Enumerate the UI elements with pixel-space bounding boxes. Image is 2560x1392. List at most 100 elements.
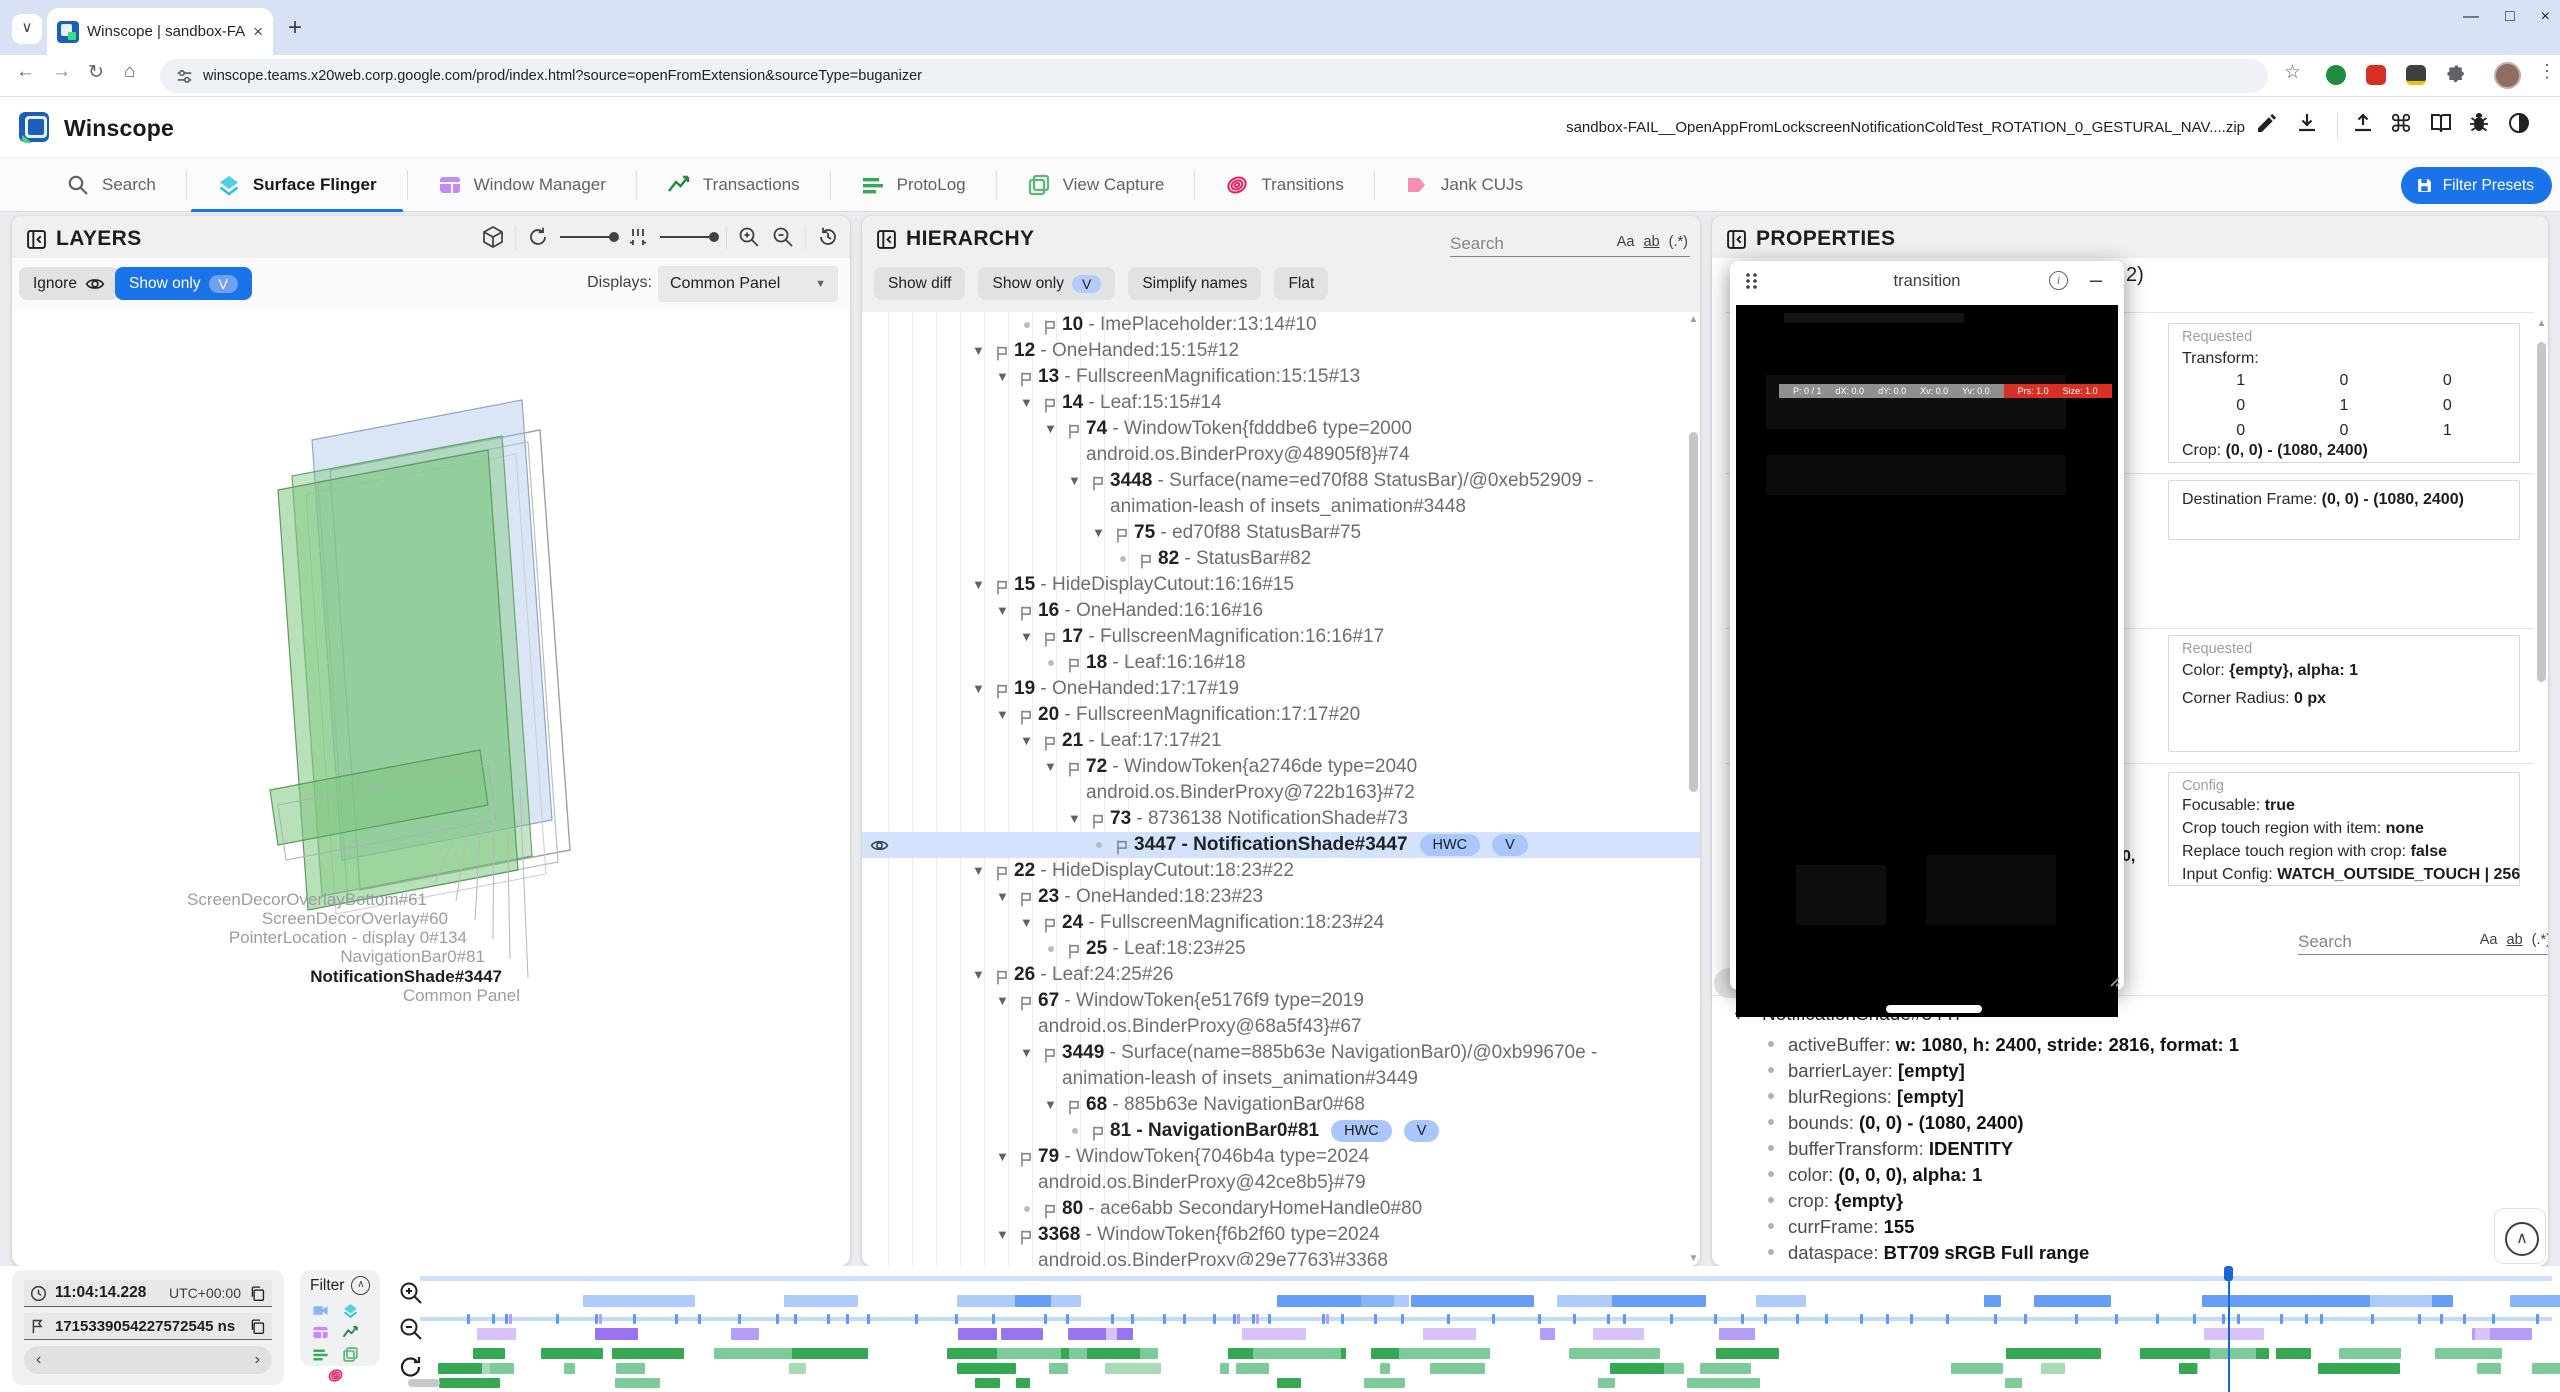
upload-icon[interactable] [2348, 111, 2378, 141]
url-field[interactable]: winscope.teams.x20web.corp.google.com/pr… [160, 59, 2268, 93]
trace-entry-segment[interactable] [2041, 1363, 2065, 1374]
collapse-panel-icon[interactable] [26, 229, 47, 250]
trace-entry-segment[interactable] [1825, 1314, 1828, 1324]
node-property[interactable]: dataspace: BT709 sRGB Full range [1768, 1242, 2089, 1264]
trace-entry-segment[interactable] [1994, 1314, 1997, 1324]
trace-entry-segment[interactable] [731, 1328, 758, 1340]
trace-entry-segment[interactable] [2475, 1328, 2491, 1340]
trace-entry-segment[interactable] [1220, 1363, 1228, 1374]
trace-entry-segment[interactable] [2115, 1314, 2118, 1324]
match-word-icon[interactable]: ab [2507, 932, 2523, 948]
expand-arrow-icon[interactable]: ▼ [1044, 416, 1064, 442]
trace-entry-segment[interactable] [2319, 1295, 2370, 1307]
tree-node-14[interactable]: ▼14 - Leaf:15:15#14 [862, 390, 1700, 416]
documentation-icon[interactable] [2426, 111, 2456, 141]
expand-arrow-icon[interactable]: ▼ [1020, 728, 1040, 754]
expand-arrow-icon[interactable]: ▼ [996, 364, 1016, 390]
trace-entry-segment[interactable] [2532, 1363, 2560, 1374]
node-property[interactable]: bounds: (0, 0) - (1080, 2400) [1768, 1112, 2024, 1134]
trace-entry-segment[interactable] [846, 1314, 849, 1324]
trace-entry-segment[interactable] [616, 1363, 645, 1374]
reset-view-icon[interactable] [816, 225, 840, 249]
match-case-icon[interactable]: Aa [2480, 932, 2498, 948]
scroll-left-icon[interactable]: ‹ [36, 1351, 41, 1369]
trace-entry-segment[interactable] [1910, 1314, 1913, 1324]
trace-entry-segment[interactable] [1051, 1295, 1082, 1307]
node-property[interactable]: barrierLayer: [empty] [1768, 1060, 1965, 1082]
node-property[interactable]: currFrame: 155 [1768, 1216, 1914, 1238]
tree-node-21[interactable]: ▼21 - Leaf:17:17#21 [862, 728, 1700, 754]
node-property[interactable]: blurRegions: [empty] [1768, 1086, 1964, 1108]
trace-entry-segment[interactable] [789, 1363, 806, 1374]
download-icon[interactable] [2292, 111, 2322, 141]
trace-entry-segment[interactable] [1577, 1348, 1643, 1359]
trace-entry-segment[interactable] [957, 1363, 1016, 1374]
trace-entry-segment[interactable] [595, 1314, 598, 1324]
expand-arrow-icon[interactable]: ▼ [1020, 910, 1040, 936]
transactions-icon[interactable] [342, 1324, 359, 1341]
trace-entry-segment[interactable] [612, 1348, 636, 1359]
tree-node-13[interactable]: ▼13 - FullscreenMagnification:15:15#13 [862, 364, 1700, 390]
expand-arrow-icon[interactable]: ▼ [972, 572, 992, 598]
new-tab-button[interactable]: + [288, 14, 302, 42]
tab-window-manager[interactable]: Window Manager [408, 158, 636, 212]
trace-entry-segment[interactable] [1731, 1378, 1760, 1388]
trace-entry-segment[interactable] [1598, 1378, 1615, 1388]
trace-entry-segment[interactable] [1700, 1363, 1752, 1374]
tree-node-3368[interactable]: ▼3368 - WindowToken{f6b2f60 type=2024 an… [862, 1222, 1700, 1266]
trace-entry-segment[interactable] [2237, 1314, 2240, 1324]
minimize-icon[interactable]: — [2463, 8, 2479, 26]
timeline-cursor[interactable] [2228, 1269, 2230, 1392]
trace-entry-segment[interactable] [2222, 1314, 2225, 1324]
trace-entry-segment[interactable] [1573, 1314, 1576, 1324]
trace-entry-segment[interactable] [1741, 1314, 1744, 1324]
trace-entry-segment[interactable] [633, 1314, 636, 1324]
trace-entry-segment[interactable] [975, 1378, 1000, 1388]
expand-arrow-icon[interactable]: ▼ [1044, 1092, 1064, 1118]
scroll-to-top-button[interactable]: ∧ [2505, 1222, 2539, 1256]
trace-entry-segment[interactable] [1131, 1314, 1134, 1324]
trace-entry-segment[interactable] [1001, 1328, 1043, 1340]
window-manager-icon[interactable] [312, 1324, 329, 1341]
tree-node-18[interactable]: 18 - Leaf:16:16#18 [862, 650, 1700, 676]
trace-entry-segment[interactable] [1252, 1314, 1255, 1324]
properties-search[interactable]: Aa ab (.*) [2298, 930, 2548, 955]
tree-node-80[interactable]: 80 - ace6abb SecondaryHomeHandle0#80 [862, 1196, 1700, 1222]
tab-transactions[interactable]: Transactions [637, 158, 830, 212]
expand-arrow-icon[interactable]: ▼ [972, 962, 992, 988]
trace-entry-segment[interactable] [545, 1348, 603, 1359]
protolog-icon[interactable] [312, 1346, 329, 1363]
tree-node-26[interactable]: ▼26 - Leaf:24:25#26 [862, 962, 1700, 988]
trace-entry-segment[interactable] [2536, 1314, 2539, 1324]
tree-node-67[interactable]: ▼67 - WindowToken{e5176f9 type=2019 andr… [862, 988, 1700, 1040]
expand-arrow-icon[interactable]: ▼ [996, 598, 1016, 624]
trace-entry-segment[interactable] [675, 1314, 678, 1324]
tab-jank-cujs[interactable]: Jank CUJs [1375, 158, 1553, 212]
trace-entry-segment[interactable] [1049, 1363, 1068, 1374]
trace-entry-segment[interactable] [492, 1314, 495, 1324]
trace-entry-segment[interactable] [1394, 1295, 1408, 1307]
trace-entry-segment[interactable] [1268, 1314, 1271, 1324]
dark-mode-icon[interactable] [2504, 111, 2534, 141]
extension-icon-red[interactable] [2366, 65, 2386, 85]
timeline-cursor-handle[interactable] [2224, 1266, 2233, 1281]
surface-flinger-icon[interactable] [342, 1302, 359, 1319]
extension-icon-green[interactable] [2326, 65, 2346, 85]
minimize-dialog-icon[interactable]: – [2090, 267, 2102, 293]
browser-tab[interactable]: Winscope | sandbox-FAIL × [47, 8, 273, 55]
tab-protolog[interactable]: ProtoLog [831, 158, 996, 212]
collapse-panel-icon[interactable] [1726, 229, 1747, 250]
trace-entry-segment[interactable] [635, 1348, 684, 1359]
trace-entry-segment[interactable] [505, 1314, 508, 1324]
trace-entry-segment[interactable] [1105, 1363, 1160, 1374]
expand-arrow-icon[interactable]: ▼ [1020, 1040, 1040, 1066]
trace-entry-segment[interactable] [2202, 1295, 2321, 1307]
tab-transitions[interactable]: Transitions [1195, 158, 1374, 212]
trace-entry-segment[interactable] [477, 1328, 516, 1340]
trace-entry-segment[interactable] [2204, 1328, 2264, 1340]
trace-entry-segment[interactable] [1253, 1348, 1341, 1359]
trace-entry-segment[interactable] [1111, 1314, 1114, 1324]
tree-node-3447[interactable]: 3447 - NotificationShade#3447HWCV [862, 832, 1700, 858]
tab-view-capture[interactable]: View Capture [997, 158, 1195, 212]
reload-icon[interactable]: ↻ [88, 61, 104, 84]
